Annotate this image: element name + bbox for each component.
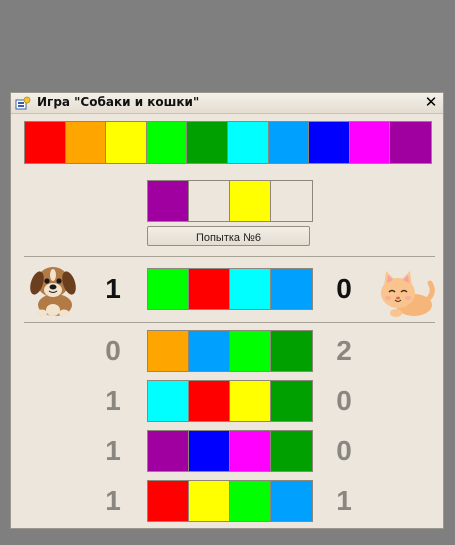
azure-cell [271,481,312,521]
red-cell [189,381,230,421]
history-cats: 0 [336,385,352,416]
close-button[interactable]: ✕ [423,93,439,111]
purple-cell [148,431,189,471]
cyan-cell[interactable] [227,122,269,163]
green-cell [271,331,312,371]
magenta-cell[interactable] [349,122,391,163]
purple-cell[interactable] [390,122,431,163]
history-cats: 1 [336,485,352,516]
azure-cell [271,269,312,309]
lime-cell [230,331,271,371]
yellow-cell [230,181,271,221]
history-guess [147,380,313,422]
history-cats: 2 [336,335,352,366]
blue-cell[interactable] [309,122,350,163]
divider-bottom [24,322,435,323]
cyan-cell [148,381,189,421]
game-window: Игра "Собаки и кошки" ✕ Попытка №6 1 0 0… [10,92,444,529]
yellow-cell [189,481,230,521]
current-guess [147,180,313,222]
red-cell [189,269,230,309]
divider-top [24,256,435,257]
yellow-cell [230,381,271,421]
yellow-cell[interactable] [106,122,147,163]
history-dogs: 1 [105,485,121,516]
cats-count: 0 [336,273,352,304]
attempt-button[interactable]: Попытка №6 [147,226,310,246]
green-cell [271,381,312,421]
window-title: Игра "Собаки и кошки" [37,95,200,109]
cat-icon [381,271,435,317]
title-bar: Игра "Собаки и кошки" ✕ [11,93,443,114]
green-cell [271,431,312,471]
dogs-count: 1 [105,273,121,304]
lime-cell[interactable] [146,122,188,163]
azure-cell [189,331,230,371]
empty-cell [271,181,312,221]
history-dogs: 1 [105,385,121,416]
lime-cell [148,269,189,309]
green-cell[interactable] [187,122,228,163]
red-cell[interactable] [25,122,66,163]
purple-cell [148,181,189,221]
empty-cell [189,181,230,221]
red-cell [148,481,189,521]
history-guess [147,430,313,472]
orange-cell[interactable] [65,122,107,163]
azure-cell[interactable] [268,122,310,163]
blue-cell [189,431,230,471]
last-guess [147,268,313,310]
dog-icon [30,267,76,317]
orange-cell [148,331,189,371]
history-cats: 0 [336,435,352,466]
cyan-cell [230,269,271,309]
lime-cell [230,481,271,521]
history-guess [147,330,313,372]
history-dogs: 1 [105,435,121,466]
history-dogs: 0 [105,335,121,366]
color-palette [24,121,432,164]
magenta-cell [230,431,271,471]
history-guess [147,480,313,522]
app-icon [15,96,31,110]
